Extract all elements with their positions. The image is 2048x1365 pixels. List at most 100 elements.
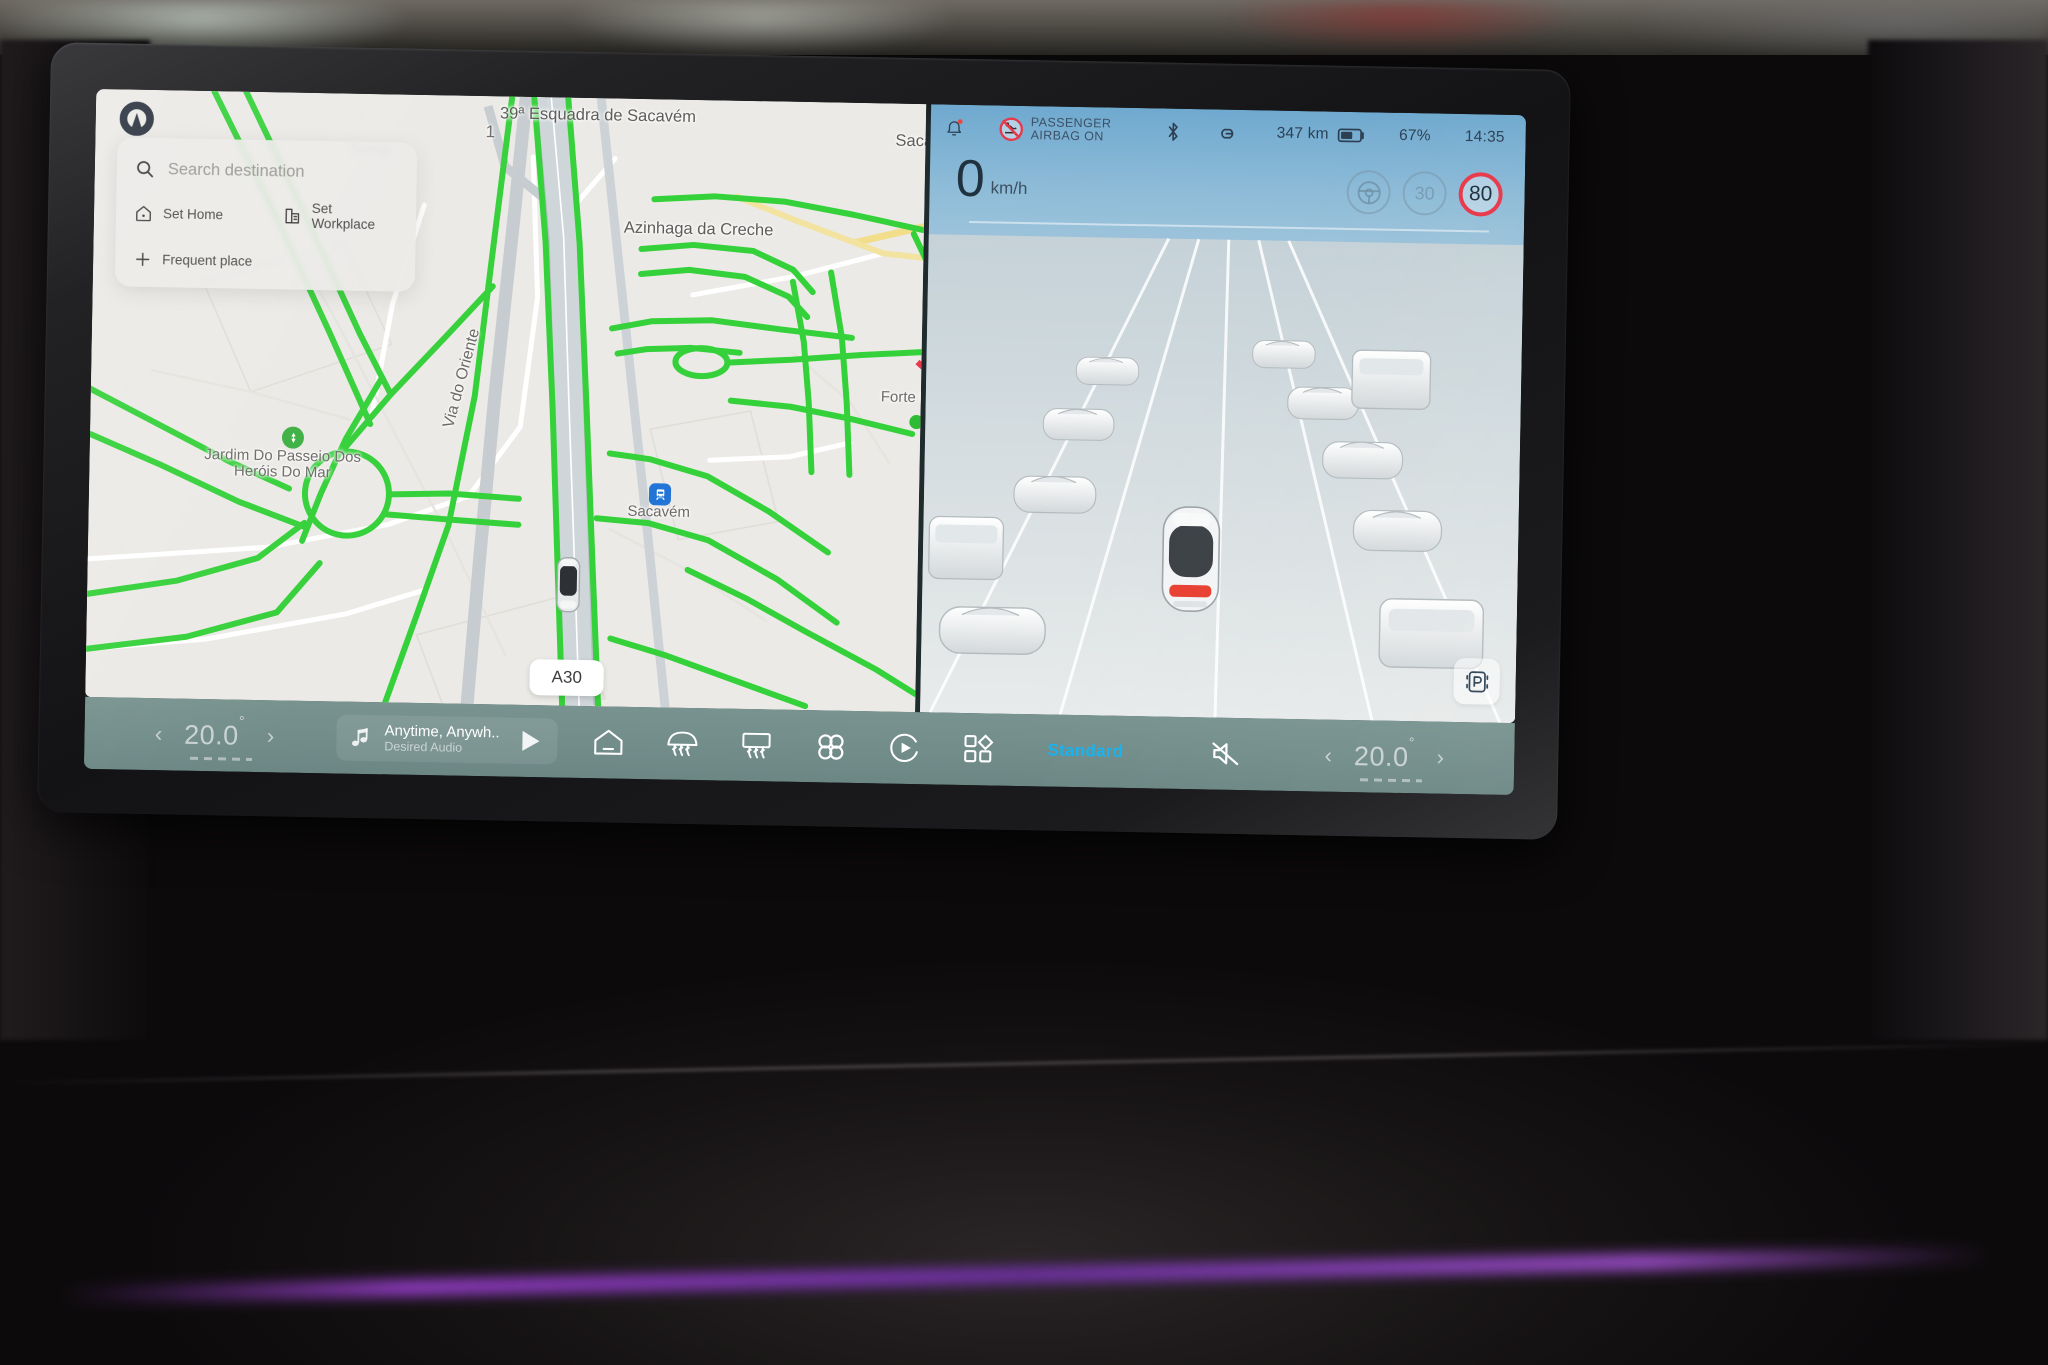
- driver-temp-increase-button[interactable]: ›: [267, 723, 275, 749]
- driver-temp-value: 20.0: [183, 719, 240, 751]
- airbag-off-icon: [999, 117, 1023, 141]
- search-input[interactable]: Search destination: [168, 160, 305, 182]
- set-workplace-button[interactable]: Set Workplace: [282, 194, 398, 238]
- frequent-place-button[interactable]: Frequent place: [133, 244, 253, 277]
- infotainment-screen[interactable]: 39ª Esquadra de Sacavém 1 Sena Azinhaga …: [83, 88, 1527, 796]
- media-subtitle: Desired Audio: [384, 739, 463, 755]
- front-defrost-icon: [667, 731, 698, 757]
- passenger-temperature-control[interactable]: ‹ 20.0° ›: [1276, 734, 1493, 782]
- tree-icon: [290, 432, 296, 443]
- rear-defrost-button[interactable]: [739, 728, 774, 763]
- rear-defrost-icon: [742, 732, 771, 759]
- passenger-temp-degree: °: [1408, 733, 1416, 750]
- media-title: Anytime, Anywh..: [384, 722, 500, 742]
- notification-bell[interactable]: [945, 117, 999, 139]
- driver-temp-scale: [189, 756, 252, 761]
- media-text: Anytime, Anywh.. Desired Audio: [384, 722, 500, 756]
- map-panel[interactable]: 39ª Esquadra de Sacavém 1 Sena Azinhaga …: [85, 88, 927, 713]
- media-icon: [890, 733, 919, 763]
- passenger-temp-increase-button[interactable]: ›: [1436, 745, 1444, 771]
- passenger-temp-scale: [1359, 777, 1422, 782]
- shortcut-row-2: Frequent place: [115, 233, 416, 279]
- park-assist-button[interactable]: [1453, 657, 1501, 705]
- map-label-sacavem-area: Sacav: [895, 131, 927, 151]
- car-interior-scene: 39ª Esquadra de Sacavém 1 Sena Azinhaga …: [0, 0, 2048, 1365]
- park-assist-icon: [1465, 670, 1488, 692]
- park-label-line2: Heróis Do Mar: [233, 462, 331, 482]
- current-speed: 0 km/h: [955, 149, 1028, 209]
- mute-button[interactable]: [1208, 736, 1243, 771]
- front-defrost-button[interactable]: [665, 727, 700, 762]
- search-card[interactable]: Search destination Set Home Set Workplac…: [114, 137, 418, 292]
- drive-mode-label[interactable]: Standard: [1047, 741, 1123, 762]
- panel-divider: [969, 220, 1489, 233]
- climate-fan-button[interactable]: [813, 729, 848, 764]
- fan-icon: [818, 734, 844, 760]
- home-icon: [136, 205, 151, 221]
- media-widget[interactable]: Anytime, Anywh.. Desired Audio: [336, 714, 558, 765]
- ego-vehicle-3d: [1161, 506, 1221, 612]
- play-icon[interactable]: [519, 729, 541, 753]
- status-bar: PASSENGER AIRBAG ON 347 km 67% 14:35: [930, 104, 1526, 161]
- set-home-label: Set Home: [162, 205, 224, 222]
- cruise-set-badge[interactable]: 30: [1402, 170, 1448, 216]
- search-input-row[interactable]: Search destination: [116, 151, 417, 196]
- building-icon: [284, 208, 299, 224]
- home-button[interactable]: [591, 725, 626, 760]
- frequent-place-label: Frequent place: [162, 252, 253, 269]
- train-icon: [655, 488, 665, 500]
- map-label-station: Sacavém: [627, 502, 691, 521]
- right-pillar: [1868, 40, 2048, 1040]
- drive-assist-panel[interactable]: PASSENGER AIRBAG ON 347 km 67% 14:35 0 k…: [920, 104, 1527, 724]
- range-value: 347 km: [1276, 124, 1329, 143]
- connected-link-status[interactable]: [1199, 123, 1255, 143]
- speed-value: 0: [955, 149, 986, 209]
- apps-button[interactable]: [961, 732, 996, 767]
- train-station-poi-icon[interactable]: [648, 483, 672, 506]
- map-label-forte: Forte De: [880, 388, 927, 407]
- driver-temp-decrease-button[interactable]: ‹: [155, 721, 163, 747]
- search-icon: [137, 161, 154, 178]
- music-note-icon: [351, 728, 368, 747]
- assist-badges: 30 80: [1346, 169, 1504, 217]
- plus-icon: [136, 252, 150, 267]
- map-label-exit-number: 1: [485, 122, 496, 142]
- clock: 14:35: [1464, 128, 1505, 146]
- passenger-temp-value-wrap: 20.0°: [1353, 734, 1422, 782]
- bluetooth-icon: [1168, 122, 1178, 141]
- passenger-airbag-indicator: PASSENGER AIRBAG ON: [999, 115, 1147, 145]
- set-home-button[interactable]: Set Home: [134, 192, 283, 237]
- airbag-line-2: AIRBAG ON: [1030, 128, 1104, 144]
- bluetooth-status[interactable]: [1147, 120, 1199, 143]
- driver-temp-degree: °: [238, 712, 246, 729]
- battery-indicator: [1329, 127, 1375, 143]
- map-label-azinhaga: Azinhaga da Creche: [623, 218, 774, 240]
- link-icon: [1220, 128, 1233, 139]
- passenger-temp-decrease-button[interactable]: ‹: [1324, 743, 1332, 769]
- logo-glyph-icon: [119, 101, 154, 136]
- brand-logo-icon[interactable]: [117, 99, 156, 138]
- shortcut-row-1: Set Home Set Workplace: [116, 191, 417, 238]
- home-icon: [594, 729, 623, 755]
- driver-temp-value-wrap: 20.0°: [183, 712, 252, 761]
- apps-icon: [964, 734, 994, 763]
- passenger-temp-value: 20.0: [1353, 740, 1409, 772]
- map-label-park: Jardim Do Passeio Dos Heróis Do Mar: [167, 446, 398, 482]
- road-shield-badge: A30: [529, 659, 605, 697]
- driver-temperature-control[interactable]: ‹ 20.0° ›: [106, 712, 323, 761]
- ego-vehicle-marker: [556, 556, 581, 613]
- speed-limit-badge: 80: [1458, 171, 1504, 217]
- set-workplace-label: Set Workplace: [311, 200, 376, 233]
- battery-percent: 67%: [1398, 126, 1431, 145]
- speed-unit: km/h: [990, 178, 1028, 199]
- infotainment-bezel: 39ª Esquadra de Sacavém 1 Sena Azinhaga …: [37, 42, 1571, 840]
- media-button[interactable]: [887, 731, 922, 766]
- battery-icon: [1337, 127, 1364, 142]
- steering-wheel-icon: [1357, 180, 1381, 204]
- taskbar-right: ‹ 20.0° ›: [1208, 734, 1493, 782]
- ambient-light-glow: [0, 1125, 2048, 1365]
- mute-icon: [1212, 742, 1239, 766]
- lane-centering-badge[interactable]: [1346, 169, 1392, 215]
- bell-icon: [947, 118, 963, 136]
- taskbar-icons: [591, 725, 996, 766]
